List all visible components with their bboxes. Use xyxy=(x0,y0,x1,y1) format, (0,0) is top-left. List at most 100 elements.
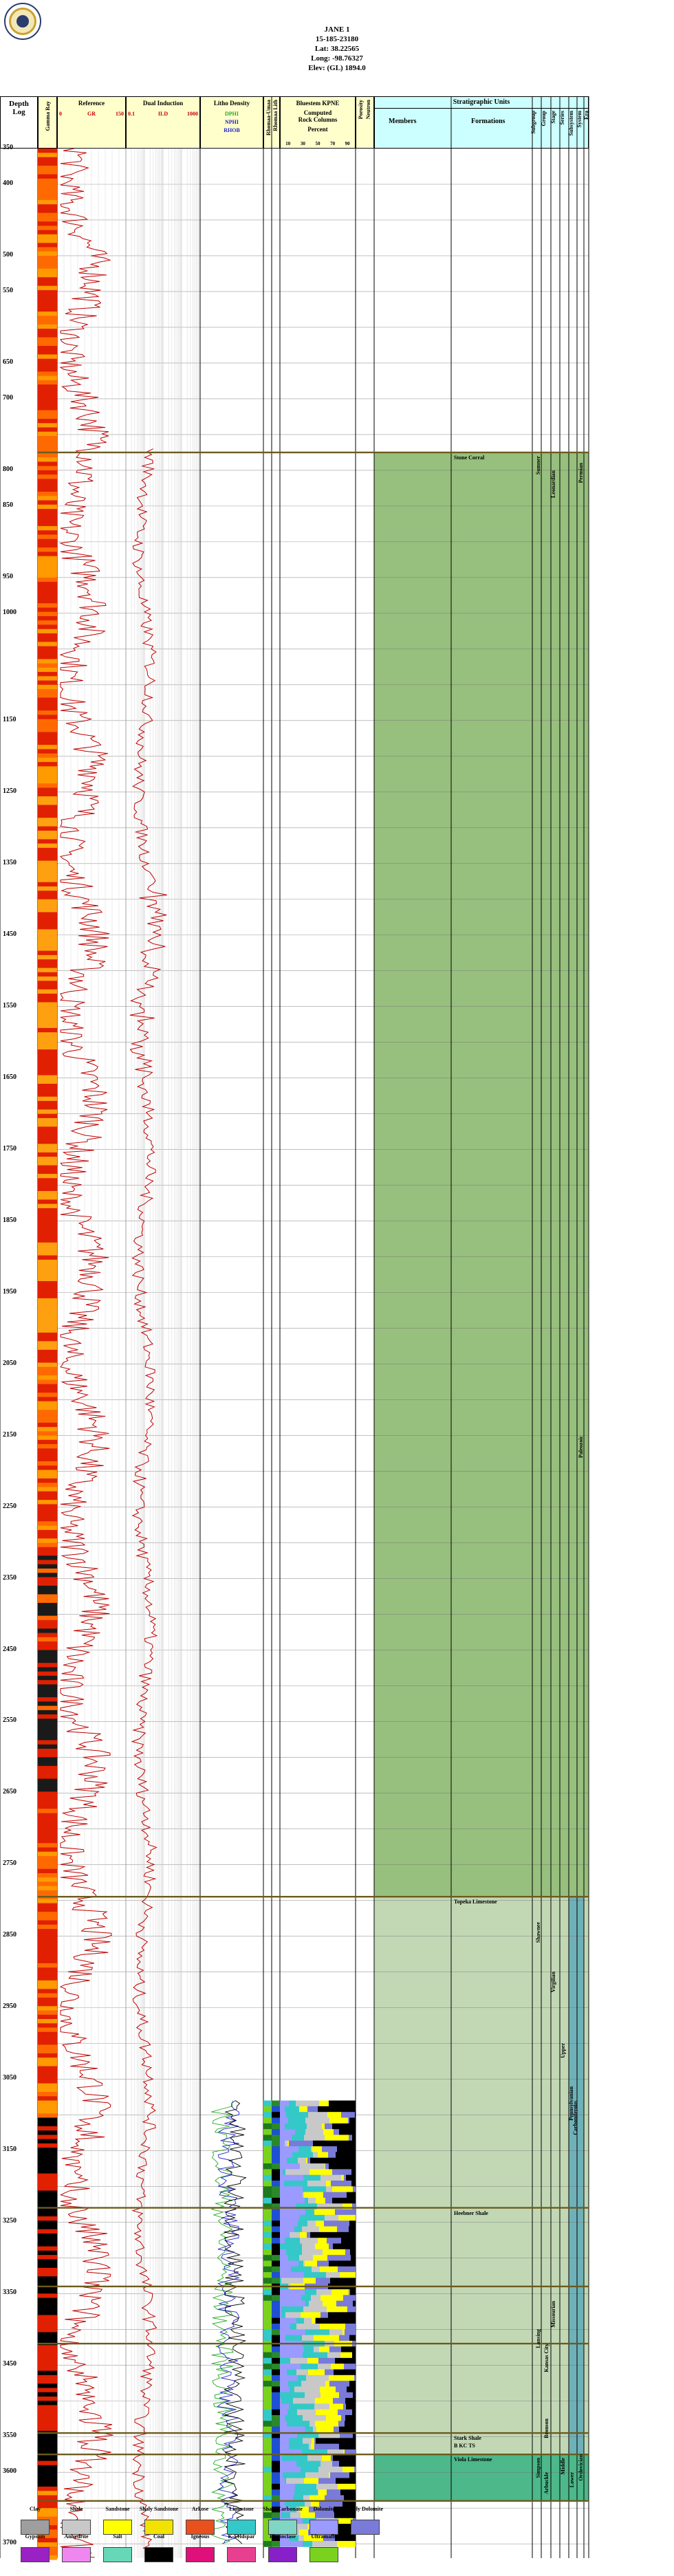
gamma-band xyxy=(38,414,57,419)
gamma-band xyxy=(38,444,57,450)
rock-column-band xyxy=(280,2140,285,2147)
gamma-band xyxy=(38,2100,57,2106)
gamma-band xyxy=(38,1972,57,1977)
rock-column-band xyxy=(280,2146,298,2152)
gamma-band xyxy=(38,2165,57,2170)
legend-swatch xyxy=(309,2520,338,2535)
rock-column-band xyxy=(280,2323,290,2330)
gamma-band xyxy=(38,1748,57,1754)
gamma-band xyxy=(38,2422,57,2427)
rock-column-band xyxy=(303,2186,326,2193)
gamma-band xyxy=(38,483,57,488)
gamma-band xyxy=(38,946,57,952)
rock-column-band xyxy=(318,2238,327,2244)
gamma-band xyxy=(38,1345,57,1351)
rock-column-band xyxy=(304,2272,326,2278)
gamma-band xyxy=(38,380,57,385)
gamma-band xyxy=(38,234,57,239)
rhomaa-lith-band xyxy=(272,2375,280,2381)
rock-column-band xyxy=(334,2426,339,2433)
gamma-band xyxy=(38,1834,57,1840)
rock-column-band xyxy=(281,2312,285,2319)
rock-column-band xyxy=(326,2186,332,2193)
gamma-band xyxy=(38,1607,57,1612)
rock-column-band xyxy=(306,2375,329,2381)
rock-column-band xyxy=(325,2123,332,2130)
rock-column-band xyxy=(341,2415,345,2421)
rock-column-band xyxy=(316,2438,356,2445)
depth-tick: 3350 xyxy=(3,2289,17,2297)
rhomaa-lith-band xyxy=(272,2266,280,2273)
gamma-band xyxy=(38,701,57,707)
gamma-band xyxy=(38,1135,57,1140)
gamma-band xyxy=(38,1989,57,1994)
rock-column-band xyxy=(301,2364,318,2370)
gamma-band xyxy=(38,1036,57,1042)
rhomaa-lith-band xyxy=(272,2174,280,2181)
rock-column-band xyxy=(298,2260,303,2267)
gamma-band xyxy=(38,1328,57,1333)
rock-column-band xyxy=(301,2466,318,2473)
gamma-band xyxy=(38,847,57,853)
gamma-band xyxy=(38,2212,57,2217)
rock-column-band xyxy=(333,2243,356,2250)
rock-column-band xyxy=(293,2398,315,2404)
rock-column-band xyxy=(314,2443,339,2450)
rhomaa-band xyxy=(263,2483,272,2490)
gamma-band xyxy=(38,509,57,514)
rock-column-band xyxy=(307,2357,318,2364)
rock-column-band xyxy=(346,2403,356,2410)
rock-column-band xyxy=(303,2260,305,2267)
gamma-band xyxy=(38,835,57,840)
rock-column-band xyxy=(349,2226,356,2233)
rock-column-band xyxy=(343,2403,346,2410)
gamma-band xyxy=(38,1199,57,1205)
gamma-band xyxy=(38,2109,57,2114)
rock-column-band xyxy=(326,2181,331,2187)
gamma-band xyxy=(38,2447,57,2453)
gamma-band xyxy=(38,1354,57,1359)
rhomaa-lith-band xyxy=(272,2226,280,2233)
gamma-band xyxy=(38,1512,57,1518)
rock-column-band xyxy=(303,2541,312,2547)
depth-tick: 850 xyxy=(3,501,13,509)
rock-column-band xyxy=(280,2100,289,2107)
rock-column-band xyxy=(289,2443,309,2450)
gamma-band xyxy=(38,1765,57,1771)
rock-column-band xyxy=(280,2317,296,2324)
gamma-band xyxy=(38,251,57,256)
rock-column-band xyxy=(307,2123,322,2130)
rock-column-band xyxy=(290,2231,300,2238)
gamma-band xyxy=(38,1358,57,1364)
gamma-band xyxy=(38,440,57,445)
gamma-band xyxy=(38,1307,57,1312)
rock-column-band xyxy=(296,2369,308,2376)
rock-column-band xyxy=(280,2478,285,2485)
rock-column-band xyxy=(300,2238,318,2244)
gamma-band xyxy=(38,629,57,634)
rock-column-band xyxy=(314,2335,339,2342)
gamma-band xyxy=(38,1422,57,1428)
rock-column-band xyxy=(333,2455,356,2461)
gamma-band xyxy=(38,796,57,801)
rock-column-band xyxy=(316,2289,331,2295)
gamma-band xyxy=(38,2366,57,2372)
rhomaa-lith-band xyxy=(272,2329,280,2335)
gamma-band xyxy=(38,1071,57,1076)
gamma-band xyxy=(38,2405,57,2410)
rhomaa-lith-band xyxy=(272,2381,280,2387)
gamma-band xyxy=(38,728,57,732)
rock-column-band xyxy=(280,2157,287,2164)
rock-column-band xyxy=(280,2415,285,2421)
gamma-band xyxy=(38,1100,57,1106)
gamma-band xyxy=(38,1538,57,1544)
rock-column-band xyxy=(281,2306,303,2313)
gamma-band xyxy=(38,1736,57,1741)
gamma-band xyxy=(38,2512,57,2518)
gamma-band xyxy=(38,616,57,621)
gamma-band xyxy=(38,1393,57,1397)
gamma-band xyxy=(38,1324,57,1329)
gamma-band xyxy=(38,1444,57,1449)
rock-column-band xyxy=(332,2123,356,2130)
gamma-band xyxy=(38,818,57,822)
